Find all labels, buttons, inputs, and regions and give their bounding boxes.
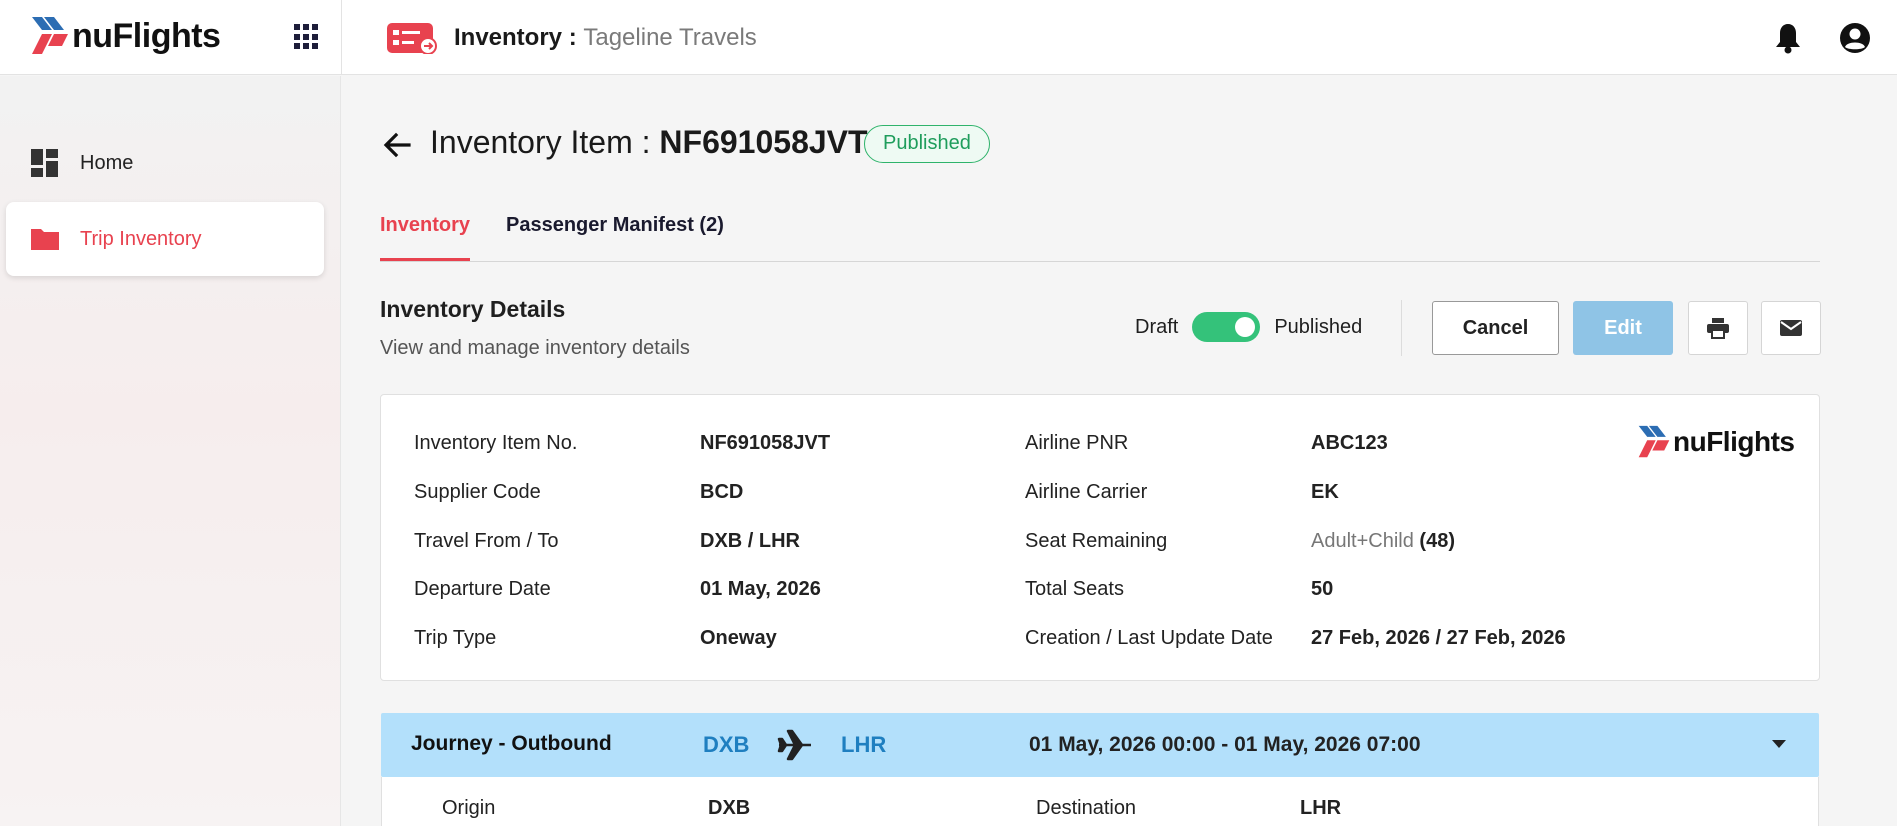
brand-name: nuFlights bbox=[1673, 426, 1795, 457]
destination-value: LHR bbox=[1300, 797, 1342, 819]
origin-label: Origin bbox=[442, 797, 496, 819]
print-icon bbox=[1707, 318, 1729, 339]
cancel-button[interactable]: Cancel bbox=[1432, 301, 1559, 355]
detail-value: BCD bbox=[700, 481, 744, 503]
inventory-item-code: NF691058JVT bbox=[659, 124, 868, 160]
sidebar-item-trip-inventory[interactable]: Trip Inventory bbox=[6, 202, 324, 276]
dashboard-icon bbox=[30, 148, 60, 178]
notification-bell-icon[interactable] bbox=[1774, 22, 1802, 54]
destination-label: Destination bbox=[1036, 797, 1137, 819]
status-badge: Published bbox=[864, 125, 990, 163]
origin-value: DXB bbox=[708, 797, 751, 819]
inventory-details-card: Inventory Item No. NF691058JVT Supplier … bbox=[380, 394, 1820, 681]
brand-logo[interactable]: nuFlights bbox=[30, 14, 221, 58]
brand-name: nuFlights bbox=[72, 16, 221, 55]
chevron-down-icon[interactable] bbox=[1771, 739, 1787, 749]
journey-dates: 01 May, 2026 00:00 - 01 May, 2026 07:00 bbox=[1029, 733, 1421, 756]
sidebar-item-label: Home bbox=[80, 151, 134, 174]
supplier-logo: nuFlights bbox=[1637, 425, 1795, 459]
sidebar-item-home[interactable]: Home bbox=[6, 126, 324, 200]
inventory-ticket-icon bbox=[387, 23, 437, 54]
airplane-icon bbox=[777, 729, 811, 761]
email-button[interactable] bbox=[1761, 301, 1821, 355]
detail-label: Departure Date bbox=[414, 578, 551, 600]
page-heading: Inventory : Tageline Travels bbox=[454, 24, 757, 52]
journey-to: LHR bbox=[841, 732, 887, 757]
detail-value: Oneway bbox=[700, 627, 777, 649]
page-heading-title: Inventory : bbox=[454, 24, 577, 51]
toggle-draft-label: Draft bbox=[1135, 315, 1179, 338]
print-button[interactable] bbox=[1688, 301, 1748, 355]
detail-value: DXB / LHR bbox=[700, 530, 800, 552]
actions-divider bbox=[1401, 300, 1402, 356]
user-account-icon[interactable] bbox=[1838, 21, 1872, 55]
journey-outbound-body: Origin DXB Destination LHR bbox=[381, 777, 1819, 826]
edit-button[interactable]: Edit bbox=[1573, 301, 1673, 355]
detail-value: ABC123 bbox=[1311, 432, 1388, 454]
detail-label: Airline Carrier bbox=[1025, 481, 1148, 503]
section-title: Inventory Details bbox=[380, 296, 566, 322]
seat-count: (48) bbox=[1419, 530, 1455, 552]
page-heading-subtitle: Tageline Travels bbox=[583, 24, 757, 51]
sidebar-item-label: Trip Inventory bbox=[80, 227, 202, 250]
apps-grid-icon[interactable] bbox=[294, 24, 320, 50]
folder-icon bbox=[30, 226, 60, 252]
publish-toggle-group: Draft Published bbox=[1135, 312, 1362, 342]
detail-label: Creation / Last Update Date bbox=[1025, 627, 1273, 649]
journey-outbound-header[interactable]: Journey - Outbound DXB LHR 01 May, 2026 … bbox=[381, 713, 1819, 777]
section-subtitle: View and manage inventory details bbox=[380, 337, 690, 359]
journey-title: Journey - Outbound bbox=[411, 732, 612, 755]
header-divider bbox=[341, 0, 342, 75]
sidebar: Home Trip Inventory bbox=[0, 76, 341, 826]
tab-passenger-manifest[interactable]: Passenger Manifest (2) bbox=[506, 214, 724, 237]
journey-from: DXB bbox=[703, 732, 750, 757]
back-arrow-icon[interactable] bbox=[382, 130, 412, 160]
nuflights-logo-icon bbox=[32, 17, 68, 54]
top-bar: nuFlights Inventory : Tageline Travels bbox=[0, 0, 1897, 75]
detail-label: Travel From / To bbox=[414, 530, 559, 552]
detail-label: Seat Remaining bbox=[1025, 530, 1168, 552]
detail-value-seats-remaining: Adult+Child (48) bbox=[1311, 530, 1455, 553]
detail-label: Total Seats bbox=[1025, 578, 1124, 600]
nuflights-logo-icon bbox=[1638, 425, 1670, 458]
tab-bar: Inventory Passenger Manifest (2) bbox=[380, 200, 1820, 262]
detail-label: Supplier Code bbox=[414, 481, 541, 503]
detail-value: 01 May, 2026 bbox=[700, 578, 821, 600]
inventory-item-title-prefix: Inventory Item : bbox=[430, 124, 651, 160]
detail-label: Inventory Item No. bbox=[414, 432, 578, 454]
mail-icon bbox=[1780, 320, 1802, 336]
tab-inventory[interactable]: Inventory bbox=[380, 214, 471, 261]
detail-value: EK bbox=[1311, 481, 1339, 503]
inventory-item-title: Inventory Item : NF691058JVT bbox=[430, 124, 868, 161]
detail-label: Trip Type bbox=[414, 627, 497, 649]
detail-value: 50 bbox=[1311, 578, 1334, 600]
toggle-published-label: Published bbox=[1274, 315, 1363, 338]
publish-toggle-switch[interactable] bbox=[1192, 312, 1261, 342]
seat-type: Adult+Child bbox=[1311, 530, 1414, 552]
detail-value: 27 Feb, 2026 / 27 Feb, 2026 bbox=[1311, 627, 1566, 649]
detail-value: NF691058JVT bbox=[700, 432, 831, 454]
detail-label: Airline PNR bbox=[1025, 432, 1129, 454]
